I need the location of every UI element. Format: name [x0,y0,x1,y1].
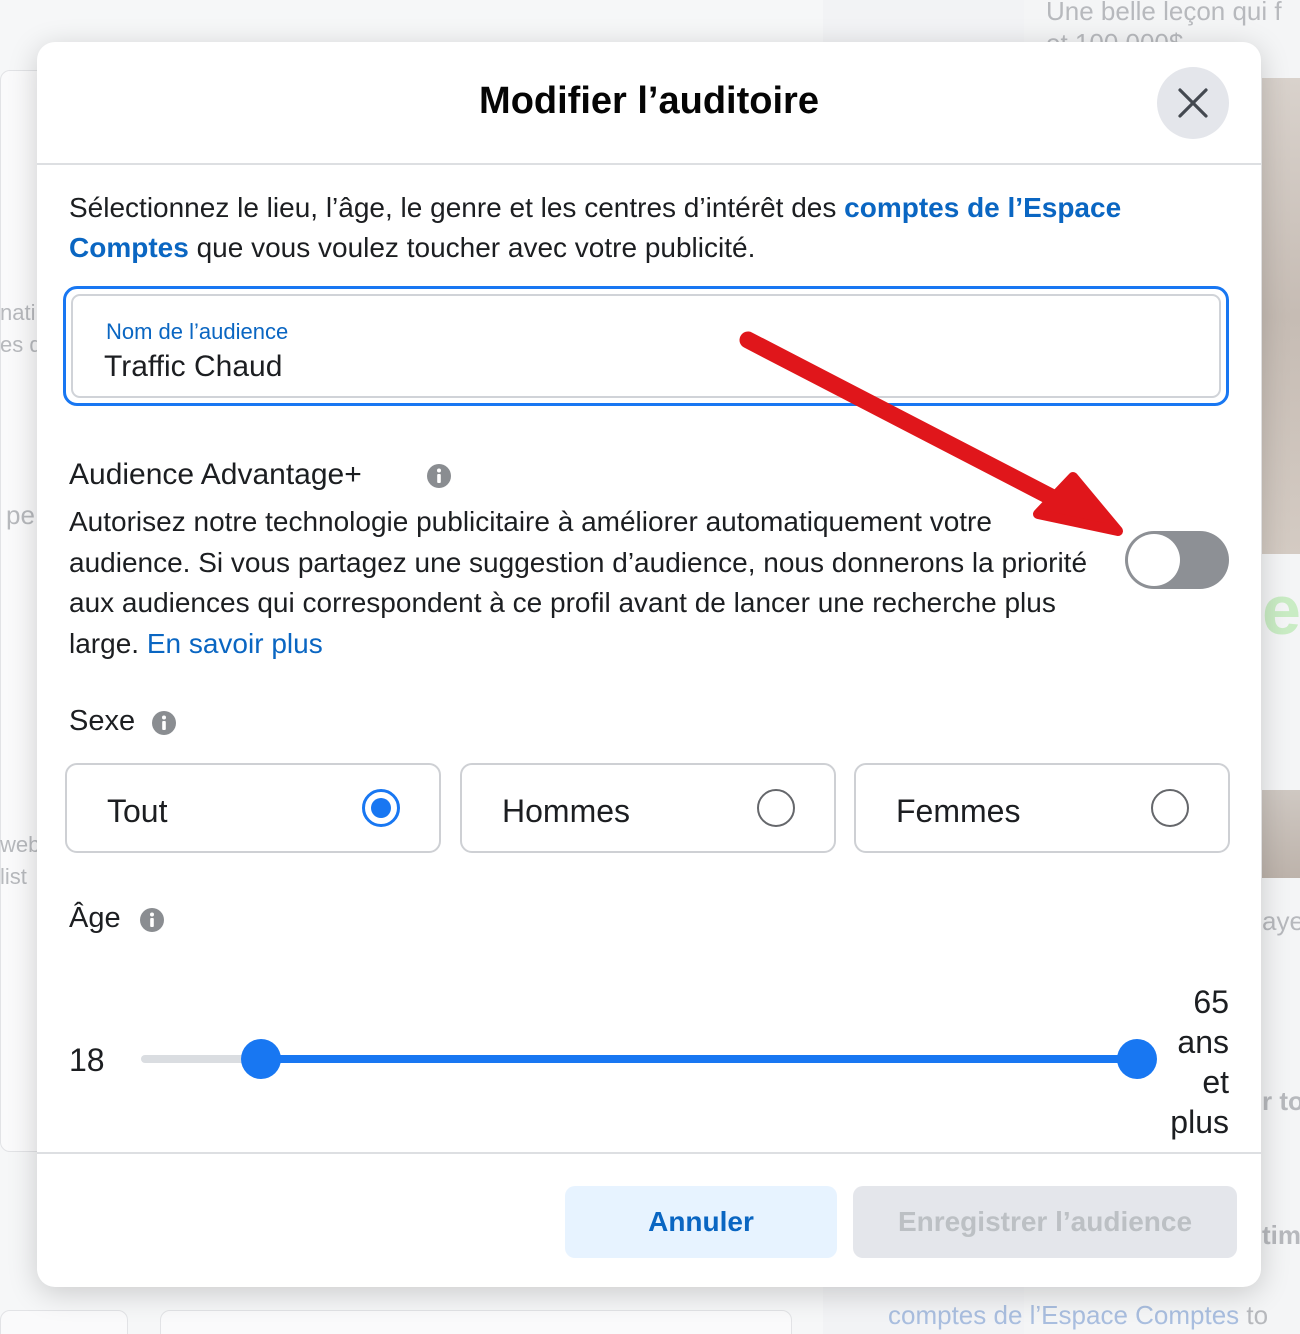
background-link: comptes de l’Espace Comptes to [888,1300,1269,1330]
gender-option-all[interactable]: Tout [65,763,441,853]
intro-text: Sélectionnez le lieu, l’âge, le genre et… [69,192,845,223]
gender-option-women[interactable]: Femmes [854,763,1230,853]
background-text: nati [0,300,36,325]
background-card [160,1310,792,1334]
learn-more-link[interactable]: En savoir plus [147,628,323,659]
intro-text: que vous voulez toucher avec votre publi… [188,232,756,263]
radio-button-selected[interactable] [362,789,400,827]
close-icon [1178,88,1208,118]
audience-name-field[interactable]: Nom de l’audience [63,286,1229,406]
age-max-line: et [1202,1064,1229,1100]
background-text: aye [1262,906,1300,936]
age-slider-range [260,1055,1137,1063]
radio-button[interactable] [1151,789,1189,827]
dialog-title: Modifier l’auditoire [479,80,819,122]
age-title: Âge [69,902,121,934]
background-text: list [0,864,27,889]
background-text: es d [0,332,42,357]
gender-option-men[interactable]: Hommes [460,763,836,853]
gender-option-label: Tout [107,793,168,829]
gender-title: Sexe [69,705,136,737]
close-button[interactable] [1157,67,1229,139]
age-max-value: 65 ans et plus [1147,982,1229,1142]
age-max-line: ans [1177,1024,1229,1060]
gender-option-label: Hommes [502,793,631,829]
background-text: Une belle leçon qui f [1046,0,1282,26]
radio-button[interactable] [757,789,795,827]
advantage-toggle[interactable] [1125,531,1229,589]
age-max-line: plus [1170,1104,1229,1140]
dialog-header: Modifier l’auditoire [37,42,1261,165]
background-photo [1262,78,1300,554]
toggle-knob [1128,534,1180,586]
info-icon[interactable] [139,907,165,933]
background-card [0,1310,128,1334]
background-photo [1262,790,1300,878]
info-icon[interactable] [426,463,452,489]
background-text: web [0,832,41,857]
info-icon[interactable] [151,710,177,736]
dialog-footer: Annuler Enregistrer l’audience [37,1152,1261,1287]
background-graphic: e [1262,571,1300,649]
age-min-handle[interactable] [240,1039,281,1079]
gender-option-label: Femmes [896,793,1021,829]
age-max-line: 65 [1193,984,1229,1020]
background-text: tim [1262,1220,1300,1250]
background-text: pe [6,500,35,530]
save-audience-button[interactable]: Enregistrer l’audience [853,1186,1237,1258]
audience-name-label: Nom de l’audience [106,319,289,344]
age-min-value: 18 [69,1042,105,1078]
advantage-description: Autorisez notre technologie publicitaire… [69,502,1089,664]
advantage-title: Audience Advantage+ [69,458,362,491]
background-text: r to [1262,1086,1300,1116]
edit-audience-dialog: Modifier l’auditoire Sélectionnez le lie… [37,42,1261,1287]
dialog-intro: Sélectionnez le lieu, l’âge, le genre et… [69,188,1234,268]
cancel-button[interactable]: Annuler [565,1186,837,1258]
audience-name-input[interactable] [104,347,1104,387]
